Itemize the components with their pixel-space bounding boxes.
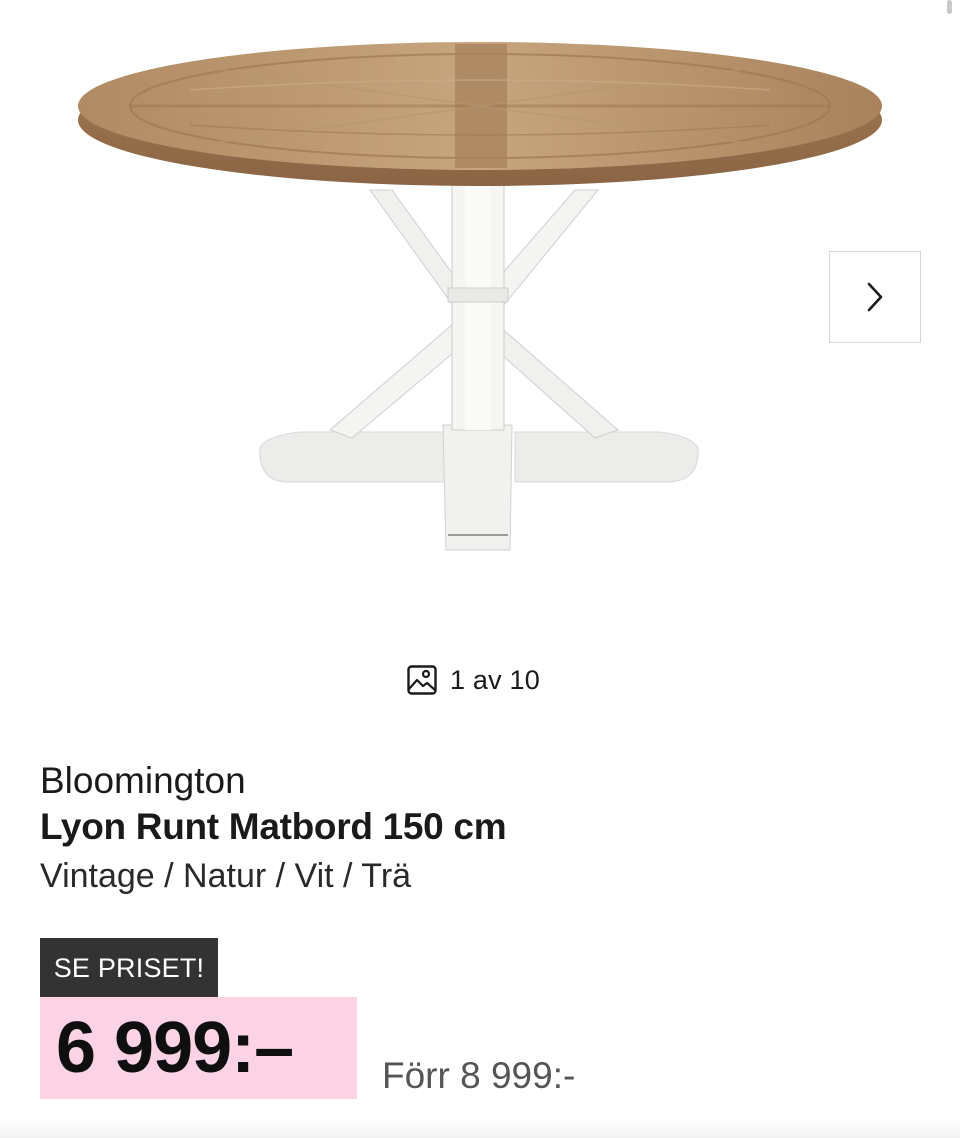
product-brand[interactable]: Bloomington [40,760,246,802]
product-gallery: 1 av 10 [0,0,960,695]
next-image-button[interactable] [829,251,921,343]
price-box: 6 999:– [40,997,357,1099]
chevron-right-icon [867,282,883,312]
product-title: Lyon Runt Matbord 150 cm [40,806,507,847]
current-price: 6 999:– [56,1008,294,1088]
image-icon [407,665,437,695]
image-counter: 1 av 10 [406,662,540,698]
image-counter-text: 1 av 10 [450,664,540,695]
product-variant: Vintage / Natur / Vit / Trä [40,857,412,895]
previous-price: Förr 8 999:- [382,1055,576,1096]
price-badge: SE PRISET! [40,938,218,998]
bottom-divider [0,1118,960,1138]
product-image [78,42,882,551]
